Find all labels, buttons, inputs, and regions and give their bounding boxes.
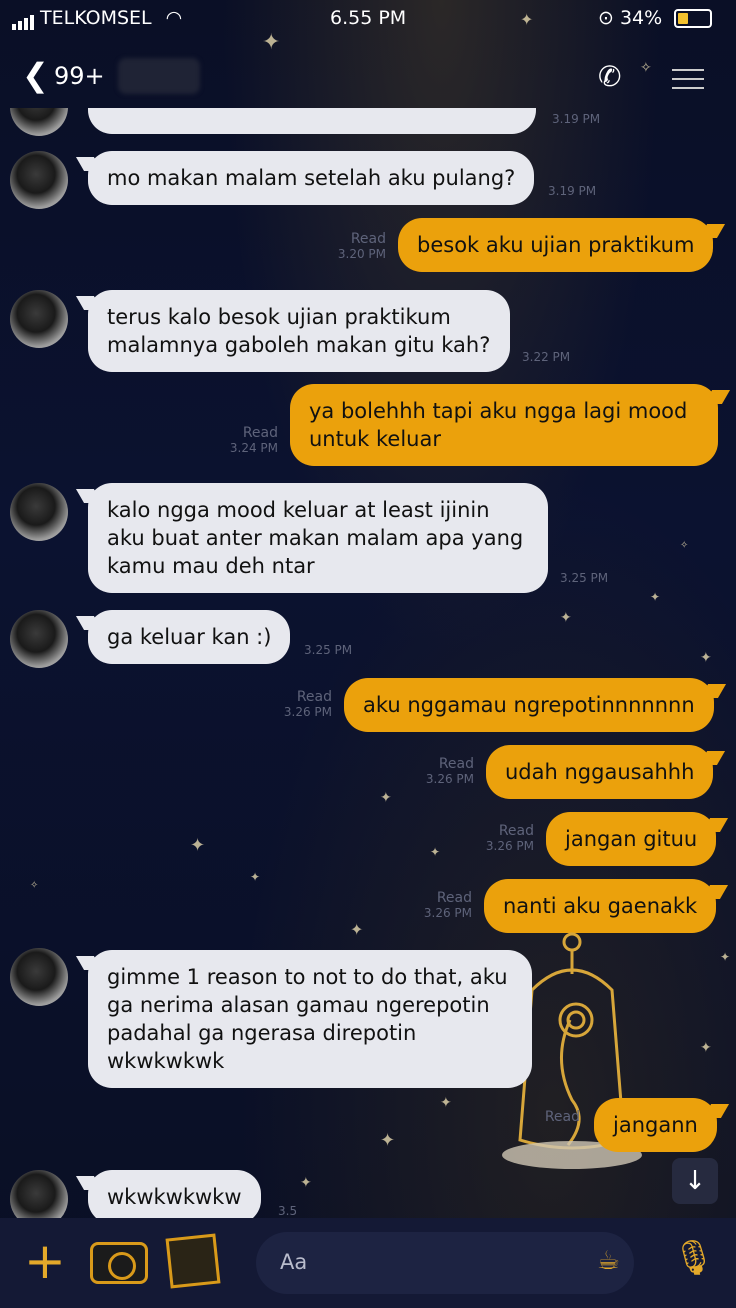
orientation-lock-icon: ⊙ <box>598 7 614 29</box>
message-outgoing[interactable]: aku nggamau ngrepotinnnnnnn <box>344 678 714 732</box>
unread-count[interactable]: 99+ <box>54 62 105 90</box>
message-input-placeholder: Aa <box>280 1250 308 1274</box>
message-time: 3.26 PM <box>283 705 332 719</box>
camera-button[interactable] <box>90 1242 148 1284</box>
message-meta: Read 3.26 PM <box>412 891 472 921</box>
plus-button[interactable]: + <box>24 1236 66 1286</box>
plus-icon: + <box>24 1232 66 1290</box>
signal-icon <box>12 8 36 30</box>
microphone-button[interactable]: 🎙 <box>672 1238 715 1278</box>
arrow-down-icon: ↓ <box>684 1166 706 1196</box>
read-receipt: Read <box>498 823 534 839</box>
chat-header: ❮ 99+ ✆ <box>0 48 736 104</box>
back-button[interactable]: ❮ <box>22 56 49 94</box>
message-time: 3.24 PM <box>229 441 278 455</box>
message-incoming[interactable]: terus kalo besok ujian praktikum malamny… <box>88 290 510 372</box>
message-input-bar: + Aa ☕ 🎙 <box>0 1218 736 1308</box>
avatar[interactable] <box>10 483 68 541</box>
teapot-sticker-icon[interactable]: ☕ <box>597 1246 620 1276</box>
message-outgoing[interactable]: nanti aku gaenakk <box>484 879 717 933</box>
message-time: 3.19 PM <box>552 112 601 126</box>
message-incoming[interactable] <box>88 108 536 134</box>
message-time: 3.25 PM <box>560 571 609 585</box>
message-meta: Read 3.26 PM <box>474 824 534 854</box>
message-input[interactable]: Aa ☕ <box>256 1232 634 1294</box>
message-outgoing[interactable]: jangann <box>594 1098 717 1152</box>
read-receipt: Read <box>350 231 386 247</box>
read-receipt: Read <box>242 425 278 441</box>
read-receipt: Read <box>436 890 472 906</box>
wifi-icon: ◠ <box>165 7 183 29</box>
scroll-to-bottom-button[interactable]: ↓ <box>672 1158 718 1204</box>
battery-icon <box>674 9 713 28</box>
microphone-icon: 🎙 <box>672 1238 716 1278</box>
carrier: TELKOMSEL ◠ <box>12 7 182 30</box>
message-list[interactable]: 3.19 PM mo makan malam setelah aku pulan… <box>0 108 736 1218</box>
gallery-button[interactable] <box>165 1233 221 1289</box>
message-meta: Read 3.26 PM <box>414 757 474 787</box>
message-time: 3.25 PM <box>304 643 353 657</box>
message-meta: Read 3.26 PM <box>272 690 332 720</box>
message-meta: Read 3.24 PM <box>218 426 278 456</box>
message-time: 3.22 PM <box>522 350 571 364</box>
read-receipt: Read <box>296 689 332 705</box>
message-outgoing[interactable]: jangan gituu <box>546 812 717 866</box>
message-time: 3.26 PM <box>485 839 534 853</box>
message-outgoing[interactable]: besok aku ujian praktikum <box>398 218 714 272</box>
message-incoming[interactable]: kalo ngga mood keluar at least ijinin ak… <box>88 483 548 593</box>
message-incoming[interactable]: mo makan malam setelah aku pulang? <box>88 151 535 205</box>
message-incoming[interactable]: gimme 1 reason to not to do that, aku ga… <box>88 950 532 1088</box>
menu-button[interactable] <box>672 62 704 96</box>
status-time: 6.55 PM <box>330 7 407 29</box>
avatar[interactable] <box>10 290 68 348</box>
avatar[interactable] <box>10 948 68 1006</box>
message-incoming[interactable]: wkwkwkwkw <box>88 1170 261 1218</box>
message-time: 3.5 <box>278 1204 298 1218</box>
message-time: 3.19 PM <box>548 184 597 198</box>
status-bar: TELKOMSEL ◠ 6.55 PM ⊙ 34% <box>0 0 736 40</box>
avatar[interactable] <box>10 610 68 668</box>
message-meta: Read <box>520 1110 580 1125</box>
avatar[interactable] <box>10 151 68 209</box>
message-meta: Read 3.20 PM <box>326 232 386 262</box>
message-incoming[interactable]: ga keluar kan :) <box>88 610 291 664</box>
call-button[interactable]: ✆ <box>598 60 621 93</box>
battery-status: ⊙ 34% <box>598 7 713 29</box>
avatar[interactable] <box>10 108 68 136</box>
phone-icon: ✆ <box>598 60 622 93</box>
avatar[interactable] <box>10 1170 68 1218</box>
message-outgoing[interactable]: ya bolehhh tapi aku ngga lagi mood untuk… <box>290 384 718 466</box>
read-receipt: Read <box>438 756 474 772</box>
message-time: 3.26 PM <box>423 906 472 920</box>
message-time: 3.26 PM <box>425 772 474 786</box>
message-outgoing[interactable]: udah nggausahhh <box>486 745 714 799</box>
contact-name-redacted <box>118 58 200 94</box>
chevron-left-icon: ❮ <box>22 56 49 94</box>
read-receipt: Read <box>544 1109 580 1125</box>
message-time: 3.20 PM <box>337 247 386 261</box>
